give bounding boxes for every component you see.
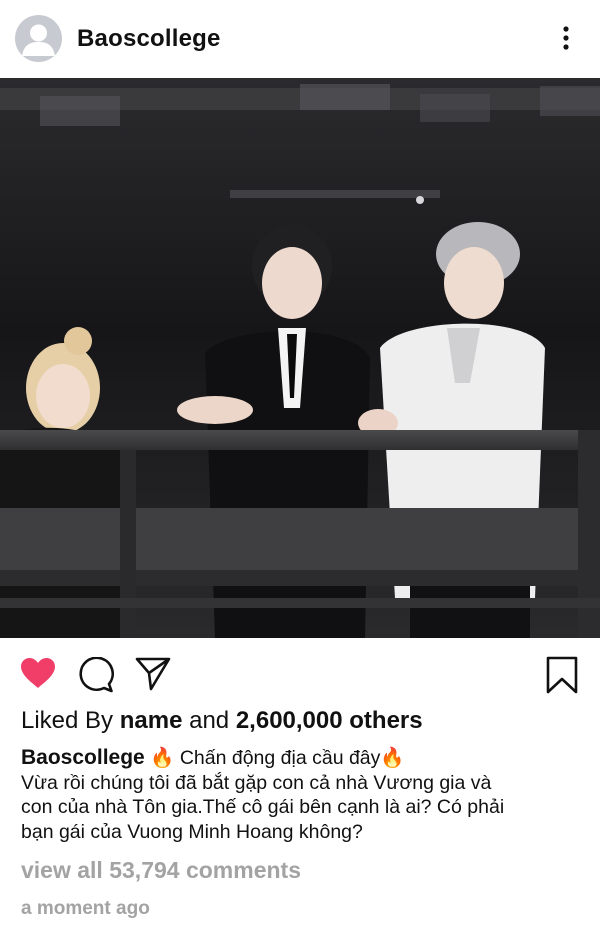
liked-by-count[interactable]: 2,600,000 others bbox=[236, 707, 423, 734]
post-timestamp: a moment ago bbox=[21, 898, 150, 919]
post-username[interactable]: Baoscollege bbox=[77, 25, 221, 53]
caption-line: Vừa rồi chúng tôi đã bắt gặp con cả nhà … bbox=[21, 771, 492, 794]
caption-username[interactable]: Baoscollege bbox=[21, 746, 145, 769]
liked-by-name[interactable]: name bbox=[120, 707, 183, 734]
avatar[interactable] bbox=[15, 15, 62, 62]
send-icon[interactable] bbox=[135, 657, 171, 696]
post-caption: Baoscollege 🔥 Chấn động địa cầu đây🔥 Vừa… bbox=[21, 746, 581, 844]
more-options-icon[interactable] bbox=[553, 24, 579, 54]
caption-headline: 🔥 Chấn động địa cầu đây🔥 bbox=[144, 747, 405, 769]
liked-by-and: and bbox=[189, 707, 230, 734]
heart-icon[interactable] bbox=[20, 657, 56, 694]
likes-summary[interactable]: Liked By name and 2,600,000 others bbox=[21, 707, 423, 735]
default-avatar-icon bbox=[22, 24, 55, 56]
post-actions bbox=[0, 646, 600, 702]
caption-line: bạn gái của Vuong Minh Hoang không? bbox=[21, 820, 363, 843]
comment-icon[interactable] bbox=[78, 656, 114, 698]
post-header: Baoscollege bbox=[0, 0, 600, 78]
caption-line: con của nhà Tôn gia.Thế cô gái bên cạnh … bbox=[21, 796, 505, 818]
caption-first-line: Baoscollege 🔥 Chấn động địa cầu đây🔥 bbox=[21, 746, 581, 771]
liked-by-label: Liked By bbox=[21, 707, 114, 734]
bookmark-icon[interactable] bbox=[546, 656, 578, 699]
post-photo[interactable] bbox=[0, 78, 600, 638]
view-all-comments-link[interactable]: view all 53,794 comments bbox=[21, 857, 301, 884]
